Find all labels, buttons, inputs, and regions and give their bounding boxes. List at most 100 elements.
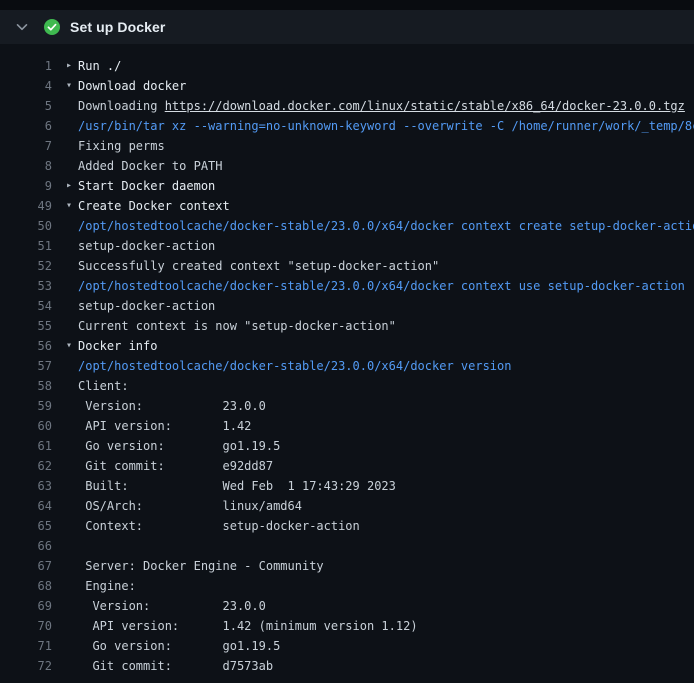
log-line: 54setup-docker-action <box>0 296 694 316</box>
log-group-line[interactable]: 56▾Docker info <box>0 336 694 356</box>
group-label: Create Docker context <box>78 196 230 216</box>
log-line: 52Successfully created context "setup-do… <box>0 256 694 276</box>
log-text: Engine: <box>78 576 136 596</box>
log-link[interactable]: https://download.docker.com/linux/static… <box>165 96 685 116</box>
line-number[interactable]: 8 <box>0 156 52 176</box>
log-line: 71 Go version: go1.19.5 <box>0 636 694 656</box>
arrow-spacer <box>66 636 78 656</box>
arrow-spacer <box>66 116 78 136</box>
log-line: 6/usr/bin/tar xz --warning=no-unknown-ke… <box>0 116 694 136</box>
log-line: 63 Built: Wed Feb 1 17:43:29 2023 <box>0 476 694 496</box>
line-number[interactable]: 67 <box>0 556 52 576</box>
success-check-icon <box>44 19 60 35</box>
line-number[interactable]: 4 <box>0 76 52 96</box>
log-group-line[interactable]: 9 ▸Start Docker daemon <box>0 176 694 196</box>
arrow-spacer <box>66 356 78 376</box>
arrow-spacer <box>66 596 78 616</box>
log-line: 60 API version: 1.42 <box>0 416 694 436</box>
line-number[interactable]: 57 <box>0 356 52 376</box>
command-text: /opt/hostedtoolcache/docker-stable/23.0.… <box>78 356 511 376</box>
line-number[interactable]: 9 <box>0 176 52 196</box>
log-text: Server: Docker Engine - Community <box>78 556 324 576</box>
line-number[interactable]: 63 <box>0 476 52 496</box>
log-line: 5Downloading https://download.docker.com… <box>0 96 694 116</box>
arrow-spacer <box>66 616 78 636</box>
line-number[interactable]: 58 <box>0 376 52 396</box>
log-line: 50/opt/hostedtoolcache/docker-stable/23.… <box>0 216 694 236</box>
log-line: 8Added Docker to PATH <box>0 156 694 176</box>
line-number[interactable]: 55 <box>0 316 52 336</box>
line-number[interactable]: 7 <box>0 136 52 156</box>
arrow-spacer <box>66 236 78 256</box>
line-number[interactable]: 70 <box>0 616 52 636</box>
log-line: 64 OS/Arch: linux/amd64 <box>0 496 694 516</box>
log-text: OS/Arch: linux/amd64 <box>78 496 302 516</box>
line-number[interactable]: 66 <box>0 536 52 556</box>
group-chevron-expanded-icon[interactable]: ▾ <box>66 336 78 356</box>
command-text: /opt/hostedtoolcache/docker-stable/23.0.… <box>78 276 685 296</box>
line-number[interactable]: 56 <box>0 336 52 356</box>
arrow-spacer <box>66 276 78 296</box>
log-text: Git commit: d7573ab <box>78 656 273 676</box>
step-header[interactable]: Set up Docker <box>0 10 694 44</box>
arrow-spacer <box>66 296 78 316</box>
line-number[interactable]: 52 <box>0 256 52 276</box>
line-number[interactable]: 61 <box>0 436 52 456</box>
arrow-spacer <box>66 156 78 176</box>
log-text: API version: 1.42 (minimum version 1.12) <box>78 616 418 636</box>
line-number[interactable]: 71 <box>0 636 52 656</box>
arrow-spacer <box>66 556 78 576</box>
log-text: setup-docker-action <box>78 236 215 256</box>
log-line: 61 Go version: go1.19.5 <box>0 436 694 456</box>
log-text: Go version: go1.19.5 <box>78 436 280 456</box>
command-text: /opt/hostedtoolcache/docker-stable/23.0.… <box>78 216 694 236</box>
arrow-spacer <box>66 136 78 156</box>
group-chevron-expanded-icon[interactable]: ▾ <box>66 76 78 96</box>
group-chevron-expanded-icon[interactable]: ▾ <box>66 196 78 216</box>
log-text: Context: setup-docker-action <box>78 516 360 536</box>
line-number[interactable]: 51 <box>0 236 52 256</box>
chevron-down-icon[interactable] <box>14 19 30 35</box>
group-chevron-collapsed-icon[interactable]: ▸ <box>66 176 78 196</box>
arrow-spacer <box>66 496 78 516</box>
log-text: Fixing perms <box>78 136 165 156</box>
line-number[interactable]: 72 <box>0 656 52 676</box>
log-line: 7 Fixing perms <box>0 136 694 156</box>
line-number[interactable]: 54 <box>0 296 52 316</box>
log-group-line[interactable]: 4▾Download docker <box>0 76 694 96</box>
line-number[interactable]: 1 <box>0 56 52 76</box>
log-text: Current context is now "setup-docker-act… <box>78 316 396 336</box>
line-number[interactable]: 59 <box>0 396 52 416</box>
log-group-line[interactable]: 49 ▾Create Docker context <box>0 196 694 216</box>
line-number[interactable]: 65 <box>0 516 52 536</box>
arrow-spacer <box>66 96 78 116</box>
line-number[interactable]: 64 <box>0 496 52 516</box>
arrow-spacer <box>66 416 78 436</box>
line-number[interactable]: 69 <box>0 596 52 616</box>
arrow-spacer <box>66 216 78 236</box>
log-line: 62 Git commit: e92dd87 <box>0 456 694 476</box>
line-number[interactable]: 62 <box>0 456 52 476</box>
arrow-spacer <box>66 376 78 396</box>
line-number[interactable]: 49 <box>0 196 52 216</box>
arrow-spacer <box>66 536 78 556</box>
log-line: 58Client: <box>0 376 694 396</box>
line-number[interactable]: 5 <box>0 96 52 116</box>
arrow-spacer <box>66 656 78 676</box>
log-group-line[interactable]: 1▸Run ./ <box>0 56 694 76</box>
log-line: 72 Git commit: d7573ab <box>0 656 694 676</box>
line-number[interactable]: 60 <box>0 416 52 436</box>
line-number[interactable]: 68 <box>0 576 52 596</box>
log-line: 68 Engine: <box>0 576 694 596</box>
log-line: 57/opt/hostedtoolcache/docker-stable/23.… <box>0 356 694 376</box>
step-title: Set up Docker <box>70 19 165 35</box>
log-line: 66 <box>0 536 694 556</box>
line-number[interactable]: 6 <box>0 116 52 136</box>
group-chevron-collapsed-icon[interactable]: ▸ <box>66 56 78 76</box>
log-line: 53/opt/hostedtoolcache/docker-stable/23.… <box>0 276 694 296</box>
arrow-spacer <box>66 516 78 536</box>
line-number[interactable]: 53 <box>0 276 52 296</box>
line-number[interactable]: 50 <box>0 216 52 236</box>
group-label: Start Docker daemon <box>78 176 215 196</box>
log-line: 67 Server: Docker Engine - Community <box>0 556 694 576</box>
